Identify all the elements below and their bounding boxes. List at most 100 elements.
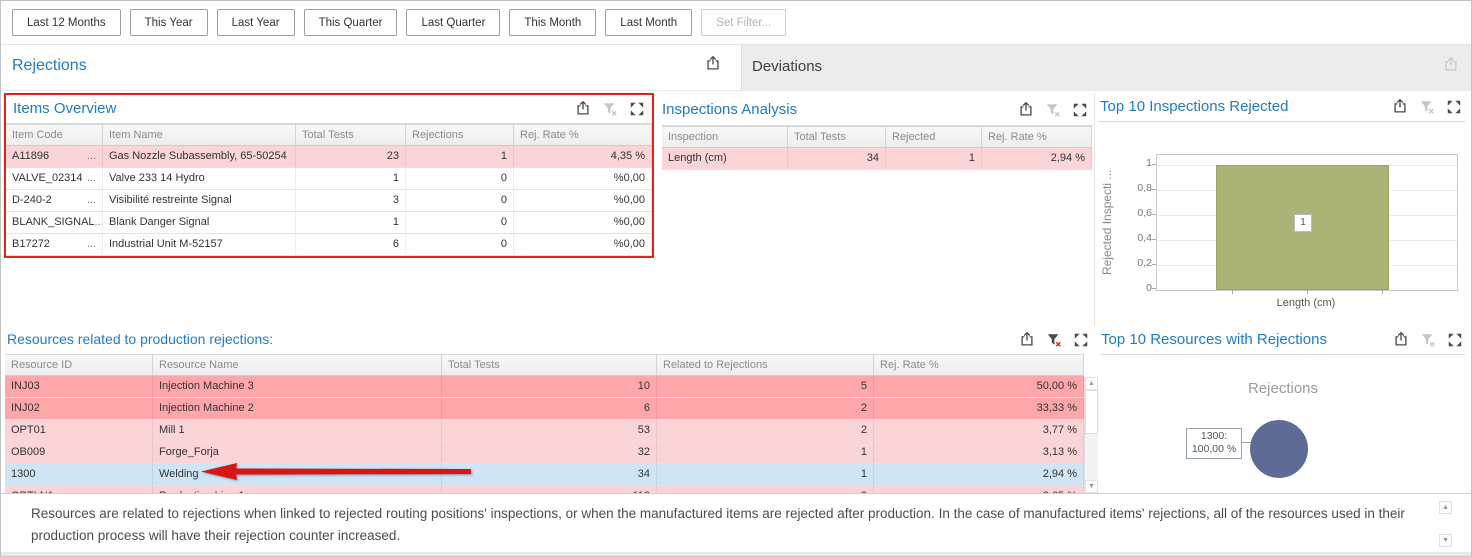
table-row[interactable]: Length (cm) 34 1 2,94 %: [662, 148, 1092, 170]
panel-toolbar: [1018, 102, 1088, 118]
export-icon[interactable]: [705, 56, 721, 72]
column-header[interactable]: Rejected: [886, 127, 982, 147]
resources-title: Resources related to production rejectio…: [7, 331, 273, 347]
filter-bar: Last 12 Months This Year Last Year This …: [1, 1, 1471, 45]
truncation-ellipsis: ...: [87, 146, 96, 167]
filter-button-this-quarter[interactable]: This Quarter: [304, 9, 398, 36]
total-tests: 53: [442, 420, 657, 441]
column-header[interactable]: Item Code: [6, 125, 103, 145]
x-axis-label: Length (cm): [1156, 297, 1456, 309]
clear-filter-icon[interactable]: [1045, 102, 1061, 118]
rejections: 0: [406, 234, 514, 255]
filter-button-last-quarter[interactable]: Last Quarter: [406, 9, 500, 36]
column-header[interactable]: Rejections: [406, 125, 514, 145]
tab-deviations[interactable]: Deviations: [741, 45, 1471, 90]
footer-note-text: Resources are related to rejections when…: [31, 503, 1419, 546]
total-tests: 6: [442, 398, 657, 419]
rejections: 0: [406, 168, 514, 189]
pie-slice-1300[interactable]: [1250, 420, 1308, 478]
y-tick-label: 0,8: [1120, 182, 1152, 194]
table-row[interactable]: OB009 Forge_Forja 32 1 3,13 %: [5, 442, 1084, 464]
expand-icon[interactable]: [1072, 102, 1088, 118]
table-row[interactable]: INJ03 Injection Machine 3 10 5 50,00 %: [5, 376, 1084, 398]
total-tests: 32: [442, 442, 657, 463]
y-tick-label: 0,4: [1120, 232, 1152, 244]
y-tick-label: 0: [1120, 282, 1152, 294]
filter-button-this-year[interactable]: This Year: [130, 9, 208, 36]
filter-button-last-12-months[interactable]: Last 12 Months: [12, 9, 121, 36]
clear-filter-icon[interactable]: [1419, 99, 1435, 115]
table-row-selected[interactable]: 1300 Welding 34 1 2,94 %: [5, 464, 1084, 486]
scroll-up-button[interactable]: ▲: [1085, 377, 1098, 390]
pie-chart-title: Rejections: [1101, 380, 1465, 397]
table-row[interactable]: D-240-2... Visibilité restreinte Signal …: [6, 190, 652, 212]
column-header[interactable]: Rej. Rate %: [982, 127, 1092, 147]
top10-inspections-panel: Top 10 Inspections Rejected Rejected Ins…: [1098, 93, 1465, 318]
clear-filter-icon[interactable]: [602, 101, 618, 117]
column-header[interactable]: Inspection: [662, 127, 788, 147]
column-header[interactable]: Rej. Rate %: [514, 125, 652, 145]
column-header[interactable]: Resource ID: [5, 355, 153, 375]
rej-rate: 33,33 %: [874, 398, 1084, 419]
table-row[interactable]: INJ02 Injection Machine 2 6 2 33,33 %: [5, 398, 1084, 420]
table-row[interactable]: B17272... Industrial Unit M-52157 6 0 %0…: [6, 234, 652, 256]
rej-rate: %0,00: [514, 190, 652, 211]
related-to-rejections: 1: [657, 464, 874, 485]
column-header[interactable]: Rej. Rate %: [874, 355, 1084, 375]
column-header[interactable]: Total Tests: [442, 355, 657, 375]
plot-area: 1: [1156, 154, 1458, 291]
resource-id: OB009: [5, 442, 153, 463]
resource-id: INJ02: [5, 398, 153, 419]
item-name: Blank Danger Signal: [103, 212, 296, 233]
table-row[interactable]: BLANK_SIGNAL... Blank Danger Signal 1 0 …: [6, 212, 652, 234]
set-filter-button[interactable]: Set Filter...: [701, 9, 786, 36]
column-header[interactable]: Total Tests: [788, 127, 886, 147]
item-name: Visibilité restreinte Signal: [103, 190, 296, 211]
total-tests: 113: [442, 486, 657, 493]
panel-toolbar: [1019, 332, 1089, 348]
items-overview-title: Items Overview: [13, 100, 116, 117]
rej-rate: 2,65 %: [874, 486, 1084, 493]
bar-chart: Rejected Inspecti ... 1 0,8 0,6 0,4 0,2 …: [1098, 122, 1465, 318]
rej-rate: 4,35 %: [514, 146, 652, 167]
clear-filter-icon[interactable]: [1420, 332, 1436, 348]
expand-icon[interactable]: [1073, 332, 1089, 348]
expand-icon[interactable]: [629, 101, 645, 117]
inspections-analysis-title: Inspections Analysis: [662, 101, 797, 118]
table-row[interactable]: OPTLN1 Production Line 1 113 3 2,65 %: [5, 486, 1084, 493]
export-icon[interactable]: [1392, 99, 1408, 115]
y-tick-label: 0,2: [1120, 257, 1152, 269]
rej-rate: %0,00: [514, 234, 652, 255]
column-header[interactable]: Resource Name: [153, 355, 442, 375]
tab-rejections[interactable]: Rejections: [12, 57, 87, 75]
total-tests: 6: [296, 234, 406, 255]
column-header[interactable]: Related to Rejections: [657, 355, 874, 375]
column-header[interactable]: Item Name: [103, 125, 296, 145]
clear-filter-icon-active[interactable]: [1046, 332, 1062, 348]
expand-icon[interactable]: [1447, 332, 1463, 348]
scrollbar-thumb[interactable]: [1085, 390, 1098, 434]
export-icon[interactable]: [1019, 332, 1035, 348]
export-icon[interactable]: [1018, 102, 1034, 118]
item-code: B17272: [12, 234, 50, 255]
table-row[interactable]: OPT01 Mill 1 53 2 3,77 %: [5, 420, 1084, 442]
filter-button-last-month[interactable]: Last Month: [605, 9, 692, 36]
scroll-down-button[interactable]: ▼: [1085, 480, 1098, 493]
filter-button-this-month[interactable]: This Month: [509, 9, 596, 36]
rej-rate: 3,77 %: [874, 420, 1084, 441]
item-name: Valve 233 14 Hydro: [103, 168, 296, 189]
export-icon[interactable]: [1443, 57, 1459, 73]
scroll-up-button[interactable]: ▲: [1439, 501, 1452, 514]
dashboard-page: Last 12 Months This Year Last Year This …: [0, 0, 1472, 557]
export-icon[interactable]: [575, 101, 591, 117]
table-row[interactable]: A11896... Gas Nozzle Subassembly, 65-502…: [6, 146, 652, 168]
vertical-scrollbar[interactable]: ▲ ▼: [1084, 377, 1098, 493]
scroll-down-button[interactable]: ▼: [1439, 534, 1452, 547]
table-row[interactable]: VALVE_02314... Valve 233 14 Hydro 1 0 %0…: [6, 168, 652, 190]
filter-button-last-year[interactable]: Last Year: [217, 9, 295, 36]
callout-resource-id: 1300:: [1187, 430, 1241, 443]
column-header[interactable]: Total Tests: [296, 125, 406, 145]
expand-icon[interactable]: [1446, 99, 1462, 115]
related-to-rejections: 5: [657, 376, 874, 397]
export-icon[interactable]: [1393, 332, 1409, 348]
